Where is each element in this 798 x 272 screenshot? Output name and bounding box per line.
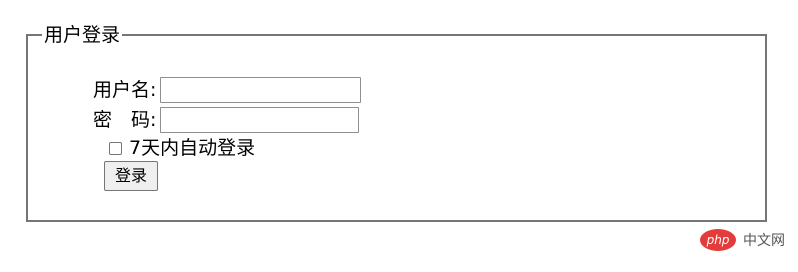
username-input[interactable] (160, 77, 362, 103)
remember-label[interactable]: 7天内自动登录 (129, 136, 255, 160)
password-label: 密 码: (93, 109, 157, 131)
remember-checkbox[interactable] (109, 141, 122, 155)
login-page: 用户登录 用户名: 密 码: 7天内自动登录 登录 php 中文网 (0, 0, 798, 272)
username-row: 用户名: (93, 77, 362, 103)
username-label: 用户名: (93, 79, 157, 101)
fieldset-legend: 用户登录 (42, 23, 123, 47)
watermark: php 中文网 (700, 229, 785, 251)
password-row: 密 码: (93, 107, 360, 133)
remember-row: 7天内自动登录 (109, 136, 255, 160)
watermark-text: 中文网 (743, 233, 785, 249)
php-logo: php (700, 229, 736, 251)
login-button[interactable]: 登录 (104, 161, 158, 191)
password-input[interactable] (160, 107, 360, 133)
